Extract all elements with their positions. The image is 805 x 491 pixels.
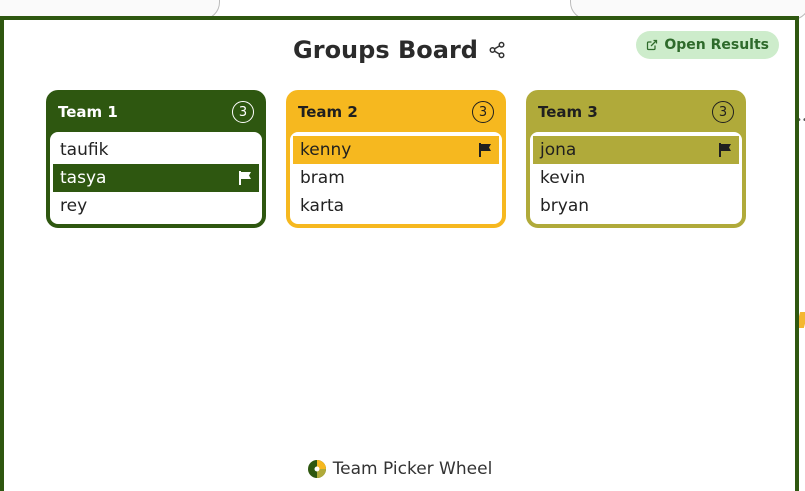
team-member-row: rey: [53, 192, 259, 220]
groups-board-modal: Groups Board Open Results Team 1 3 taufik t…: [0, 16, 799, 491]
member-name: bryan: [540, 196, 590, 216]
team-leader-row: jona: [533, 136, 739, 164]
flag-icon: [719, 143, 731, 157]
team-member-list: jona kevin bryan: [530, 132, 742, 224]
share-icon[interactable]: [488, 41, 506, 59]
team-header: Team 3 3: [528, 92, 744, 132]
team-member-row: kevin: [533, 164, 739, 192]
team-member-row: bram: [293, 164, 499, 192]
team-name: Team 3: [538, 103, 598, 121]
member-name: kevin: [540, 168, 586, 188]
external-link-icon: [647, 39, 658, 51]
open-results-button[interactable]: Open Results: [636, 31, 779, 59]
team-count-badge: 3: [472, 101, 494, 123]
team-count-badge: 3: [712, 101, 734, 123]
team-card: Team 1 3 taufik tasya rey: [46, 90, 266, 228]
member-name: jona: [540, 140, 577, 160]
team-leader-row: kenny: [293, 136, 499, 164]
team-member-row: bryan: [533, 192, 739, 220]
team-member-list: taufik tasya rey: [50, 132, 262, 224]
open-results-label: Open Results: [664, 37, 769, 53]
team-leader-row: tasya: [53, 164, 259, 192]
team-name: Team 1: [58, 103, 118, 121]
team-header: Team 1 3: [48, 92, 264, 132]
team-card: Team 2 3 kenny bram karta: [286, 90, 506, 228]
member-name: taufik: [60, 140, 109, 160]
team-member-row: karta: [293, 192, 499, 220]
team-card: Team 3 3 jona kevin bryan: [526, 90, 746, 228]
member-name: karta: [300, 196, 345, 216]
member-name: tasya: [60, 168, 107, 188]
member-name: bram: [300, 168, 345, 188]
team-member-list: kenny bram karta: [290, 132, 502, 224]
member-name: rey: [60, 196, 88, 216]
footer-brand-label: Team Picker Wheel: [332, 459, 493, 479]
team-header: Team 2 3: [288, 92, 504, 132]
flag-icon: [479, 143, 491, 157]
flag-icon: [239, 171, 251, 185]
page-title: Groups Board: [293, 36, 478, 64]
teams-grid: Team 1 3 taufik tasya rey Team 2 3 kenny bram kar…: [46, 90, 746, 228]
member-name: kenny: [300, 140, 352, 160]
team-count-badge: 3: [232, 101, 254, 123]
wheel-logo-icon: [307, 460, 326, 478]
team-member-row: taufik: [53, 136, 259, 164]
team-name: Team 2: [298, 103, 358, 121]
footer-brand[interactable]: Team Picker Wheel: [4, 459, 795, 479]
